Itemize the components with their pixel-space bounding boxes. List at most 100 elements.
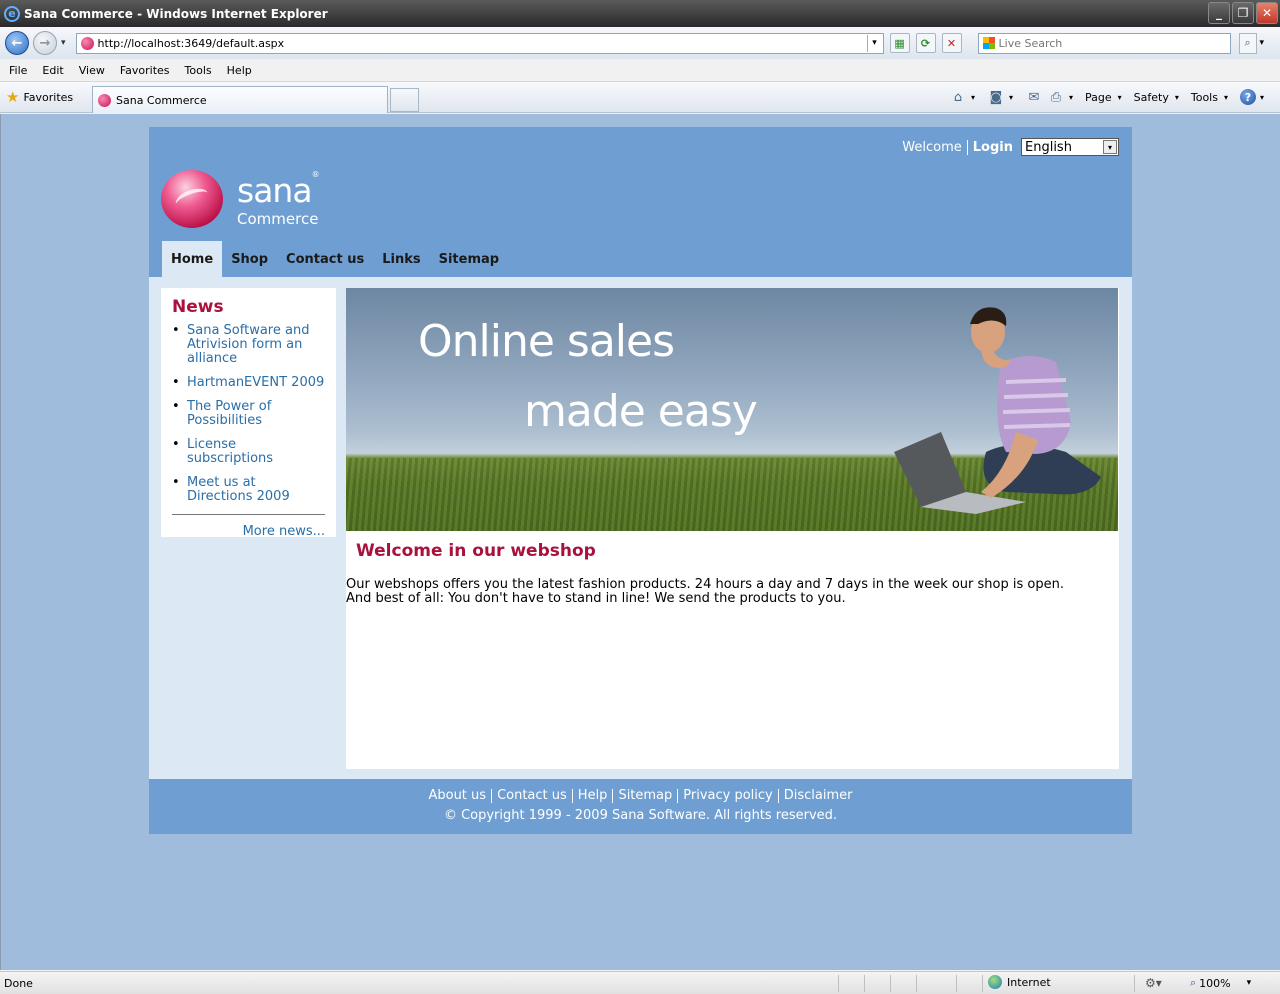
nav-home[interactable]: Home: [162, 241, 223, 277]
search-input[interactable]: [998, 36, 1219, 50]
menu-edit[interactable]: Edit: [33, 64, 69, 77]
close-button[interactable]: ✕: [1256, 2, 1278, 24]
window-titlebar: e Sana Commerce - Windows Internet Explo…: [0, 0, 1280, 27]
home-icon[interactable]: ⌂: [949, 88, 967, 106]
logo-text: sana® Commerce: [237, 170, 320, 228]
logo-name: sana: [237, 170, 313, 210]
tab-title: Sana Commerce: [116, 93, 207, 107]
footer-help[interactable]: Help: [571, 789, 613, 803]
tab-favicon-icon: [98, 93, 111, 107]
nav-sitemap[interactable]: Sitemap: [430, 241, 508, 277]
window-title: Sana Commerce - Windows Internet Explore…: [24, 6, 328, 21]
site-body: News Sana Software and Atrivision form a…: [149, 277, 1132, 779]
safety-menu[interactable]: Safety: [1134, 91, 1169, 104]
sana-logo[interactable]: sana® Commerce: [161, 170, 320, 228]
banner-headline-2: made easy: [524, 386, 758, 437]
forward-button[interactable]: →: [33, 31, 57, 55]
language-select[interactable]: English ▾: [1021, 138, 1119, 156]
footer-privacy-policy[interactable]: Privacy policy: [677, 789, 777, 803]
back-button[interactable]: ←: [5, 31, 29, 55]
page-menu[interactable]: Page: [1085, 91, 1112, 104]
stop-button[interactable]: ✕: [941, 33, 962, 53]
home-dropdown[interactable]: ▾: [971, 93, 975, 102]
help-dropdown[interactable]: ▾: [1260, 93, 1264, 102]
tools-menu[interactable]: Tools: [1191, 91, 1218, 104]
banner-person-with-laptop: [894, 307, 1101, 514]
footer-disclaimer[interactable]: Disclaimer: [777, 789, 858, 803]
minimize-button[interactable]: _: [1208, 2, 1230, 24]
search-box[interactable]: [977, 32, 1231, 54]
status-divider: [864, 975, 865, 992]
status-divider: [916, 975, 917, 992]
menu-view[interactable]: View: [70, 64, 111, 77]
page-dropdown[interactable]: ▾: [1118, 93, 1122, 102]
rss-icon[interactable]: ◙: [987, 88, 1005, 106]
footer-about-us[interactable]: About us: [423, 789, 491, 803]
login-link[interactable]: Login: [973, 140, 1013, 155]
command-bar: ⌂ ▾ ◙ ▾ ✉ ⎙ ▾ Page ▾ Safety ▾ Tools ▾ ? …: [949, 88, 1272, 106]
nav-links[interactable]: Links: [373, 241, 429, 277]
footer-contact-us[interactable]: Contact us: [491, 789, 572, 803]
restore-button[interactable]: ❐: [1232, 2, 1254, 24]
news-item[interactable]: Meet us at Directions 2009: [172, 476, 325, 504]
status-bar: Done Internet ⚙▾ ⌕ 100% ▾: [0, 971, 1280, 994]
status-divider: [838, 975, 839, 992]
nav-shop[interactable]: Shop: [222, 241, 277, 277]
news-item[interactable]: Sana Software and Atrivision form an all…: [172, 324, 325, 366]
stop-icon: ✕: [946, 36, 957, 50]
star-icon[interactable]: ★: [6, 88, 19, 106]
safety-dropdown[interactable]: ▾: [1175, 93, 1179, 102]
zoom-control[interactable]: ⌕ 100% ▾: [1190, 976, 1251, 990]
recent-pages-dropdown[interactable]: ▾: [61, 38, 66, 48]
menu-tools[interactable]: Tools: [176, 64, 218, 77]
favorites-button[interactable]: Favorites: [23, 91, 73, 104]
search-options-dropdown[interactable]: ▾: [1260, 38, 1265, 48]
status-divider: [956, 975, 957, 992]
mail-icon[interactable]: ✉: [1025, 88, 1043, 106]
zone-label: Internet: [1007, 975, 1051, 989]
chevron-down-icon[interactable]: ▾: [1103, 140, 1117, 154]
more-news-link[interactable]: More news...: [172, 524, 325, 539]
refresh-icon: ⟳: [920, 36, 931, 50]
tab-sana-commerce[interactable]: Sana Commerce: [92, 86, 388, 113]
menu-file[interactable]: File: [0, 64, 33, 77]
protected-mode-icon[interactable]: ⚙▾: [1145, 976, 1162, 990]
news-item[interactable]: The Power of Possibilities: [172, 400, 325, 428]
zoom-dropdown[interactable]: ▾: [1247, 978, 1252, 988]
news-list: Sana Software and Atrivision form an all…: [172, 324, 325, 504]
security-zone[interactable]: Internet: [988, 975, 1051, 989]
site-container: Welcome Login English ▾ sana® Commerce H…: [149, 127, 1132, 834]
news-item[interactable]: License subscriptions: [172, 438, 325, 466]
address-row: ← → ▾ http://localhost:3649/default.aspx…: [0, 27, 1280, 59]
menu-favorites[interactable]: Favorites: [111, 64, 176, 77]
nav-contact-us[interactable]: Contact us: [277, 241, 373, 277]
news-item[interactable]: HartmanEVENT 2009: [172, 376, 325, 391]
status-divider: [982, 975, 983, 992]
footer-sitemap[interactable]: Sitemap: [612, 789, 677, 803]
refresh-button[interactable]: ⟳: [915, 33, 936, 53]
news-title: News: [172, 297, 224, 317]
main-nav: Home Shop Contact us Links Sitemap: [162, 241, 508, 277]
status-divider: [1134, 975, 1135, 992]
header-tools: Welcome Login English ▾: [902, 138, 1119, 156]
address-dropdown[interactable]: ▾: [866, 34, 882, 52]
menu-bar: File Edit View Favorites Tools Help: [0, 59, 1280, 82]
favorites-bar: ★ Favorites Sana Commerce ⌂ ▾ ◙ ▾ ✉ ⎙ ▾ …: [0, 82, 1280, 113]
help-icon[interactable]: ?: [1239, 89, 1256, 105]
compatibility-view-button[interactable]: ▦: [889, 33, 910, 53]
live-search-icon: [982, 37, 995, 49]
address-bar[interactable]: http://localhost:3649/default.aspx ▾: [75, 32, 884, 54]
search-button[interactable]: ⌕: [1238, 32, 1257, 54]
site-favicon-icon: [80, 36, 94, 50]
ie-logo-icon: e: [4, 5, 20, 22]
address-url[interactable]: http://localhost:3649/default.aspx: [98, 37, 285, 50]
tools-dropdown[interactable]: ▾: [1224, 93, 1228, 102]
print-icon[interactable]: ⎙: [1047, 88, 1065, 106]
feeds-dropdown[interactable]: ▾: [1009, 93, 1013, 102]
new-tab-button[interactable]: [390, 88, 419, 112]
language-selected: English: [1025, 139, 1072, 155]
print-dropdown[interactable]: ▾: [1069, 93, 1073, 102]
menu-help[interactable]: Help: [218, 64, 258, 77]
status-text: Done: [4, 976, 33, 990]
news-panel: News Sana Software and Atrivision form a…: [161, 288, 336, 539]
